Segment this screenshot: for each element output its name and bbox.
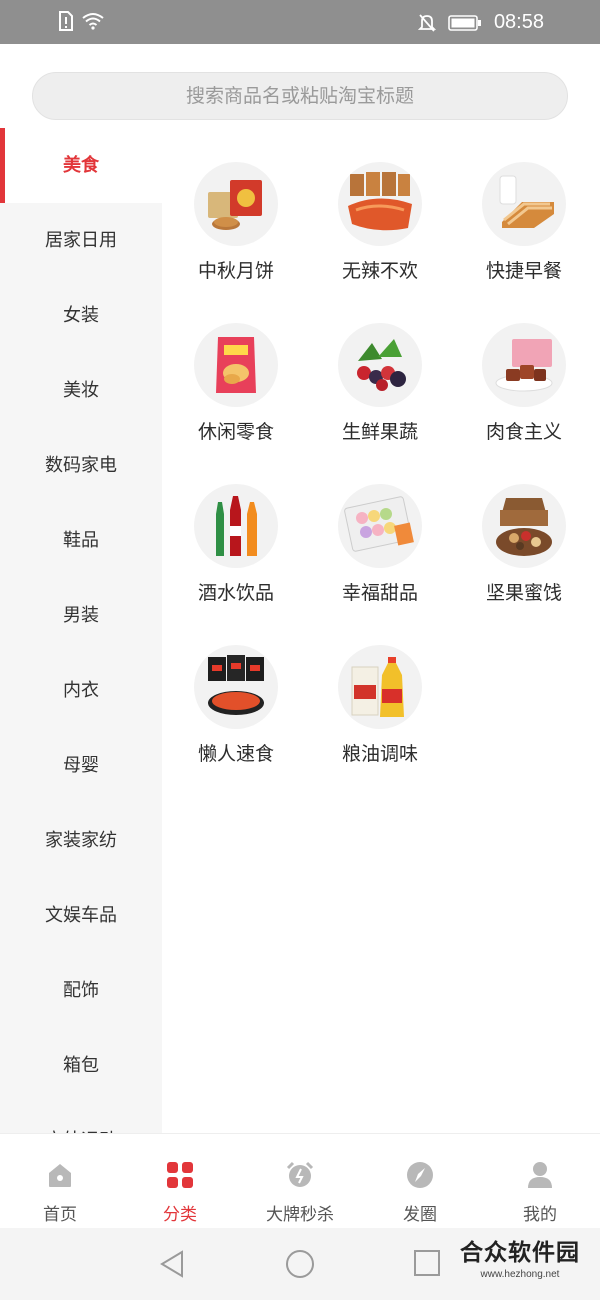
category-label: 生鲜果蔬: [341, 421, 418, 443]
mute-bell-icon: [417, 13, 436, 32]
category-label: 中秋月饼: [197, 260, 274, 282]
category-grain-oil[interactable]: 粮油调味: [315, 645, 445, 766]
category-icon: [167, 1162, 193, 1188]
category-snacks[interactable]: 休闲零食: [171, 323, 301, 444]
macaron-icon: [338, 484, 422, 568]
search-bar[interactable]: [32, 72, 568, 120]
tab-label: 分类: [163, 1205, 197, 1225]
instant-noodle-icon: [194, 645, 278, 729]
tab-mine[interactable]: 我的: [480, 1134, 600, 1228]
chips-icon: [194, 323, 278, 407]
battery-icon: [448, 14, 481, 31]
category-grid: 中秋月饼 无辣不欢 快捷早餐 休闲零食 生鲜果蔬 肉食主义 酒水饮品 幸福甜品 …: [163, 128, 600, 1133]
category-drinks[interactable]: 酒水饮品: [171, 484, 301, 605]
category-label: 休闲零食: [197, 421, 274, 443]
category-nuts[interactable]: 坚果蜜饯: [459, 484, 589, 605]
category-label: 肉食主义: [485, 421, 562, 443]
sidebar-item-digital[interactable]: 数码家电: [0, 428, 162, 503]
recents-icon[interactable]: [413, 1249, 441, 1277]
tab-flash-sale[interactable]: 大牌秒杀: [240, 1134, 360, 1228]
nuts-icon: [482, 484, 566, 568]
tab-home[interactable]: 首页: [0, 1134, 120, 1228]
category-label: 幸福甜品: [341, 582, 418, 604]
tab-label: 首页: [43, 1205, 77, 1225]
spicy-snack-icon: [338, 162, 422, 246]
category-sidebar[interactable]: 美食 居家日用 女装 美妆 数码家电 鞋品 男装 内衣 母婴 家装家纺 文娱车品…: [0, 128, 162, 1133]
category-spicy[interactable]: 无辣不欢: [315, 162, 445, 283]
sidebar-item-womens-wear[interactable]: 女装: [0, 278, 162, 353]
sidebar-item-underwear[interactable]: 内衣: [0, 653, 162, 728]
tab-moments[interactable]: 发圈: [360, 1134, 480, 1228]
category-mooncake[interactable]: 中秋月饼: [171, 162, 301, 283]
home-icon: [49, 1164, 71, 1187]
watermark-url: www.hezhong.net: [480, 1269, 560, 1280]
sidebar-item-bags[interactable]: 箱包: [0, 1028, 162, 1103]
drinks-icon: [194, 484, 278, 568]
compass-icon: [407, 1162, 433, 1188]
category-fresh[interactable]: 生鲜果蔬: [315, 323, 445, 444]
category-label: 坚果蜜饯: [485, 582, 562, 604]
rice-oil-icon: [338, 645, 422, 729]
status-bar: 08:58: [0, 0, 600, 44]
category-breakfast[interactable]: 快捷早餐: [459, 162, 589, 283]
tab-label: 大牌秒杀: [266, 1205, 334, 1225]
wifi-icon: [82, 13, 104, 30]
category-label: 懒人速食: [197, 743, 274, 765]
sidebar-item-mens-wear[interactable]: 男装: [0, 578, 162, 653]
sidebar-item-baby[interactable]: 母婴: [0, 728, 162, 803]
sidebar-item-home-daily[interactable]: 居家日用: [0, 203, 162, 278]
sim-alert-icon: [59, 11, 73, 31]
home-button-icon[interactable]: [285, 1249, 315, 1279]
watermark-title: 合众软件园: [460, 1240, 580, 1266]
sidebar-item-makeup[interactable]: 美妆: [0, 353, 162, 428]
sidebar-item-outdoor[interactable]: 户外运动: [0, 1103, 162, 1133]
status-right: 08:58: [417, 11, 544, 34]
category-dessert[interactable]: 幸福甜品: [315, 484, 445, 605]
meat-icon: [482, 323, 566, 407]
user-icon: [528, 1162, 552, 1188]
category-meat[interactable]: 肉食主义: [459, 323, 589, 444]
category-instant[interactable]: 懒人速食: [171, 645, 301, 766]
alarm-clock-icon: [286, 1161, 314, 1187]
category-label: 酒水饮品: [197, 582, 274, 604]
back-icon[interactable]: [158, 1249, 186, 1279]
watermark: 合众软件园 www.hezhong.net: [450, 1233, 590, 1280]
sidebar-item-home-textile[interactable]: 家装家纺: [0, 803, 162, 878]
category-label: 粮油调味: [341, 743, 418, 765]
mooncake-icon: [194, 162, 278, 246]
category-label: 快捷早餐: [485, 260, 562, 282]
bottom-tab-bar: 首页 分类 大牌秒杀 发圈 我的: [0, 1133, 600, 1228]
sidebar-item-accessories[interactable]: 配饰: [0, 953, 162, 1028]
tab-label: 发圈: [403, 1205, 437, 1225]
status-time: 08:58: [493, 11, 544, 33]
tab-label: 我的: [523, 1205, 557, 1225]
search-input[interactable]: [33, 73, 567, 119]
sidebar-item-entertainment-car[interactable]: 文娱车品: [0, 878, 162, 953]
tab-category[interactable]: 分类: [120, 1134, 240, 1228]
sidebar-item-food[interactable]: 美食: [0, 128, 162, 203]
bread-milk-icon: [482, 162, 566, 246]
category-label: 无辣不欢: [341, 260, 418, 282]
status-left: [58, 11, 104, 31]
berries-icon: [338, 323, 422, 407]
sidebar-item-shoes[interactable]: 鞋品: [0, 503, 162, 578]
